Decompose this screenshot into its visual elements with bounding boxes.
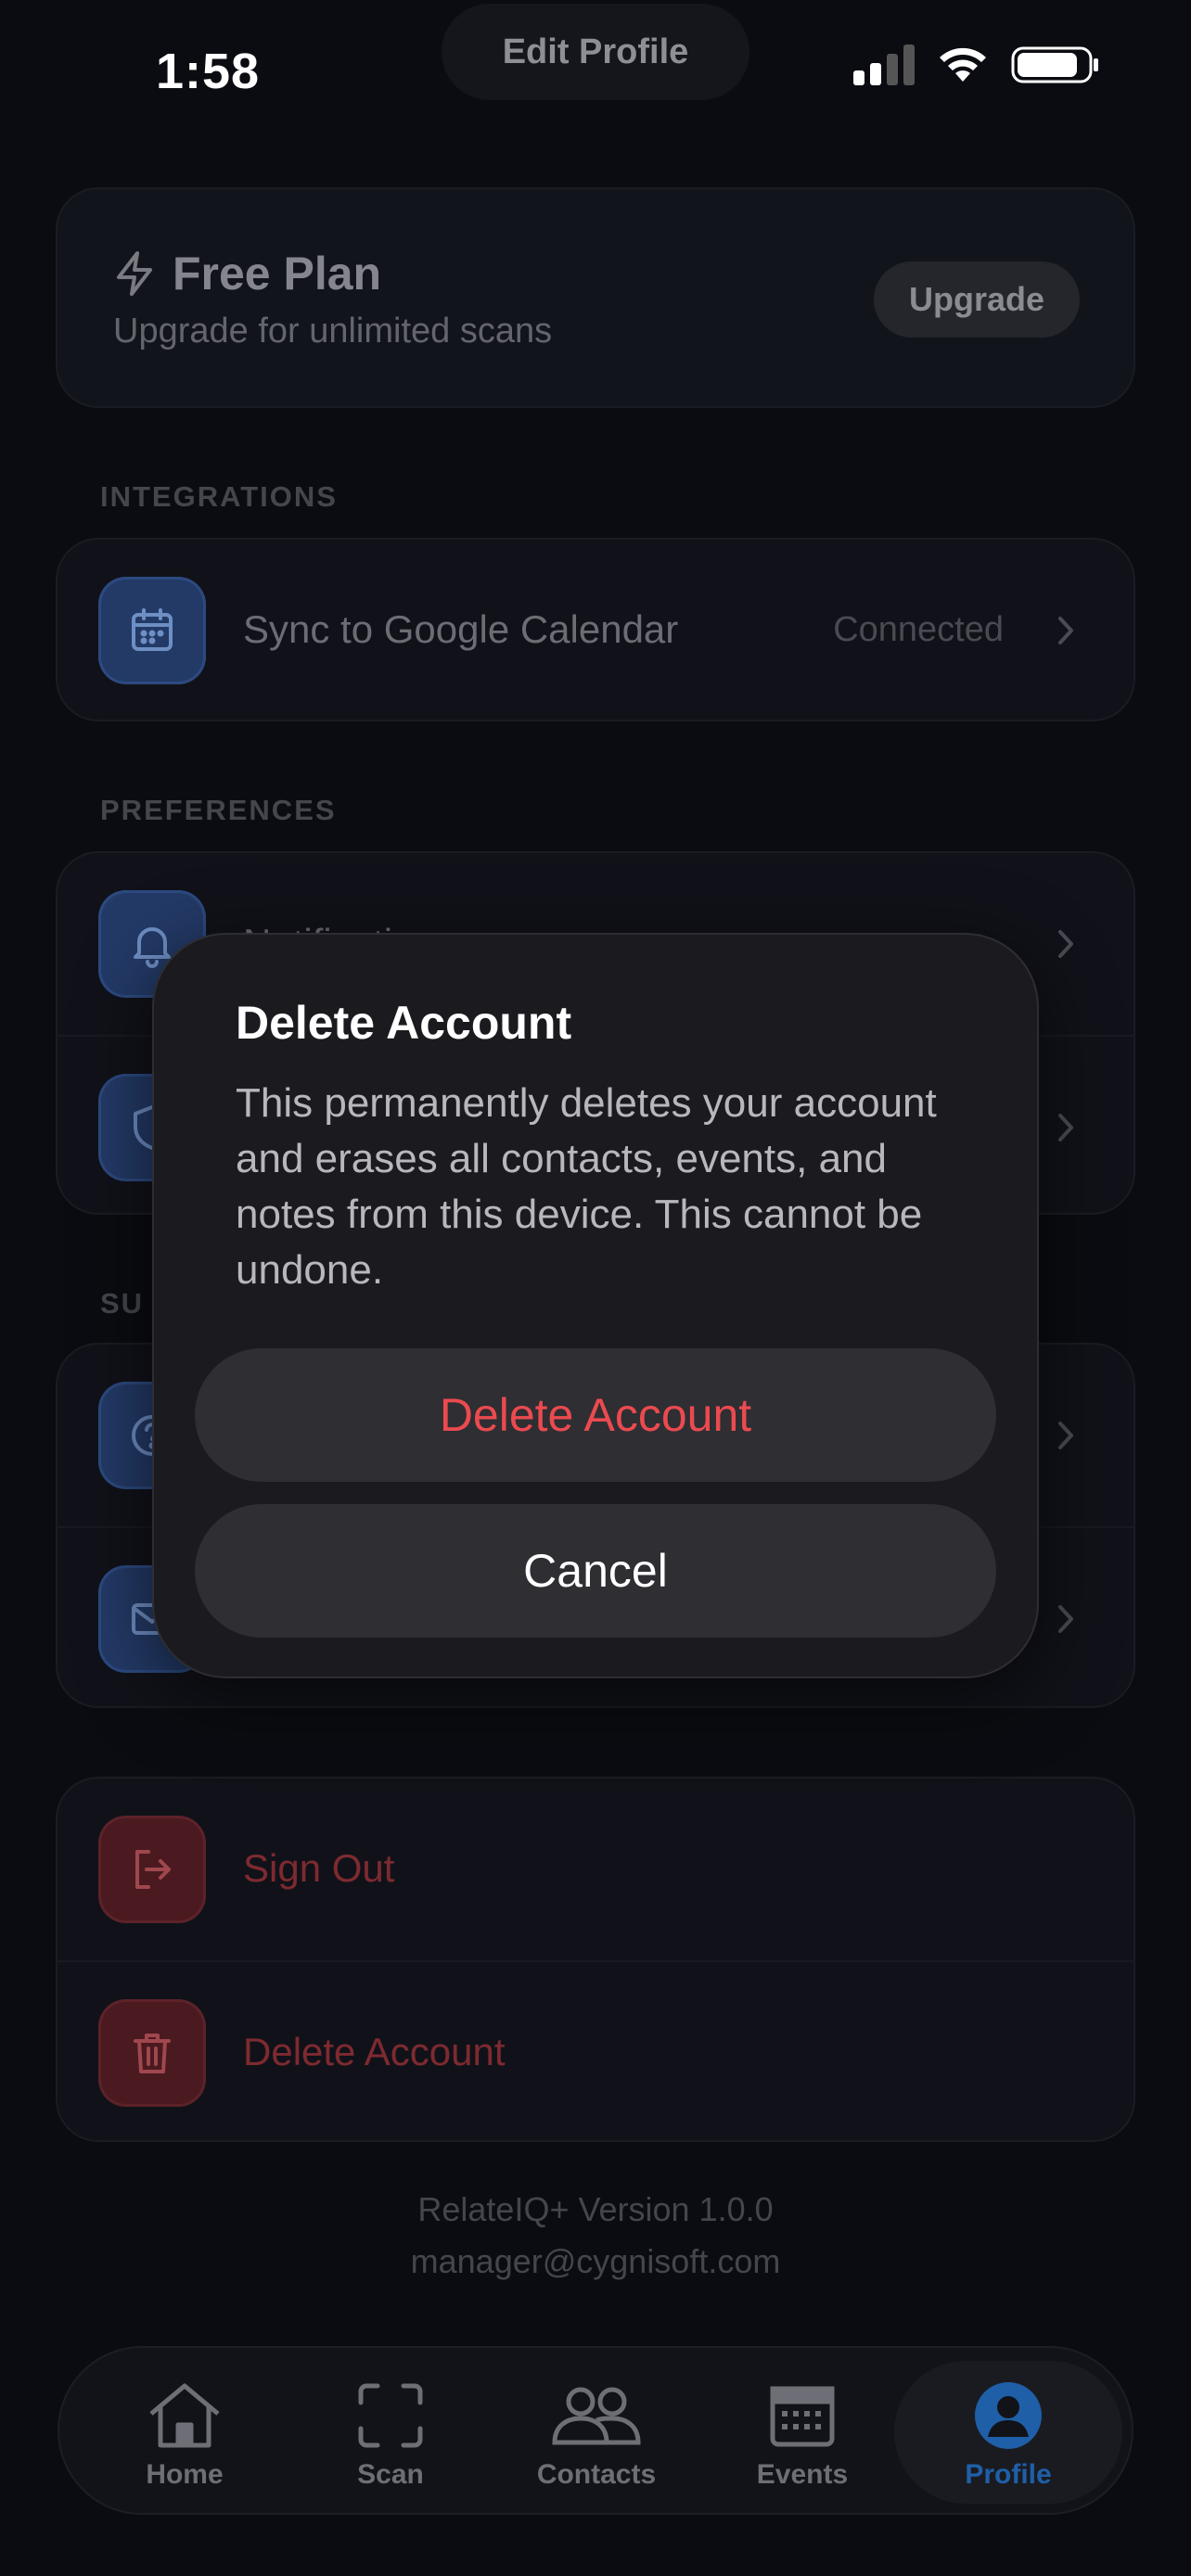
tab-label: Profile: [965, 2459, 1052, 2490]
trash-icon: [98, 1999, 206, 2107]
status-icons: [853, 45, 1100, 85]
account-email: manager@cygnisoft.com: [410, 2242, 781, 2280]
home-icon: [146, 2379, 224, 2452]
chevron-right-icon: [1058, 1422, 1073, 1449]
confirm-delete-button[interactable]: Delete Account: [195, 1348, 996, 1482]
profile-icon: [974, 2379, 1043, 2452]
dialog-title: Delete Account: [236, 997, 572, 1049]
delete-account-dialog: Delete Account This permanently deletes …: [152, 933, 1039, 1678]
edit-profile-button[interactable]: Edit Profile: [442, 4, 749, 100]
chevron-right-icon: [1058, 1114, 1073, 1141]
scan-icon: [357, 2379, 424, 2452]
dialog-message: This permanently deletes your account an…: [236, 1080, 937, 1293]
connection-status: Connected: [833, 609, 1004, 649]
chevron-right-icon: [1058, 1605, 1073, 1633]
cellular-signal-icon: [853, 45, 915, 85]
sign-out-row[interactable]: Sign Out: [58, 1779, 1133, 1958]
section-label-support: SU: [100, 1287, 145, 1320]
status-time: 1:58: [156, 44, 261, 99]
wifi-icon: [940, 47, 986, 82]
tab-label: Home: [146, 2459, 224, 2490]
row-label: Sync to Google Calendar: [243, 607, 679, 651]
chevron-right-icon: [1058, 930, 1073, 958]
sign-out-icon: [98, 1816, 206, 1923]
contacts-icon: [550, 2379, 643, 2452]
row-google-calendar[interactable]: Sync to Google Calendar Connected: [58, 540, 1133, 720]
account-card: Sign Out Delete Account: [56, 1777, 1135, 2142]
plan-title: Free Plan: [113, 247, 381, 300]
plan-card: Free Plan Upgrade for unlimited scans Up…: [56, 187, 1135, 408]
tab-contacts[interactable]: Contacts: [499, 2348, 694, 2517]
tab-bar: Home Scan Contacts Events Profile: [58, 2346, 1133, 2515]
section-label-preferences: PREFERENCES: [100, 794, 337, 826]
delete-account-label: Delete Account: [243, 2030, 506, 2073]
tab-label: Scan: [357, 2459, 424, 2490]
app-version: RelateIQ+ Version 1.0.0: [417, 2190, 774, 2228]
tab-label: Contacts: [536, 2459, 657, 2490]
tab-profile[interactable]: Profile: [911, 2348, 1106, 2517]
profile-screen: 1:58 Edit Profile Free Plan Upgrade for …: [0, 0, 1191, 2576]
integrations-card: Sync to Google Calendar Connected: [56, 538, 1135, 721]
sign-out-label: Sign Out: [243, 1846, 395, 1890]
lightning-icon: [117, 251, 152, 296]
plan-name: Free Plan: [173, 248, 382, 300]
tab-scan[interactable]: Scan: [293, 2348, 488, 2517]
events-icon: [769, 2379, 836, 2452]
cancel-button[interactable]: Cancel: [195, 1504, 996, 1638]
section-label-integrations: INTEGRATIONS: [100, 480, 338, 513]
calendar-icon: [98, 577, 206, 684]
tab-label: Events: [756, 2459, 849, 2490]
tab-home[interactable]: Home: [87, 2348, 282, 2517]
delete-account-row[interactable]: Delete Account: [58, 1960, 1133, 2140]
plan-subtitle: Upgrade for unlimited scans: [113, 312, 553, 351]
battery-icon: [1011, 46, 1098, 83]
upgrade-button[interactable]: Upgrade: [874, 261, 1080, 338]
chevron-right-icon: [1058, 617, 1073, 644]
tab-events[interactable]: Events: [705, 2348, 900, 2517]
